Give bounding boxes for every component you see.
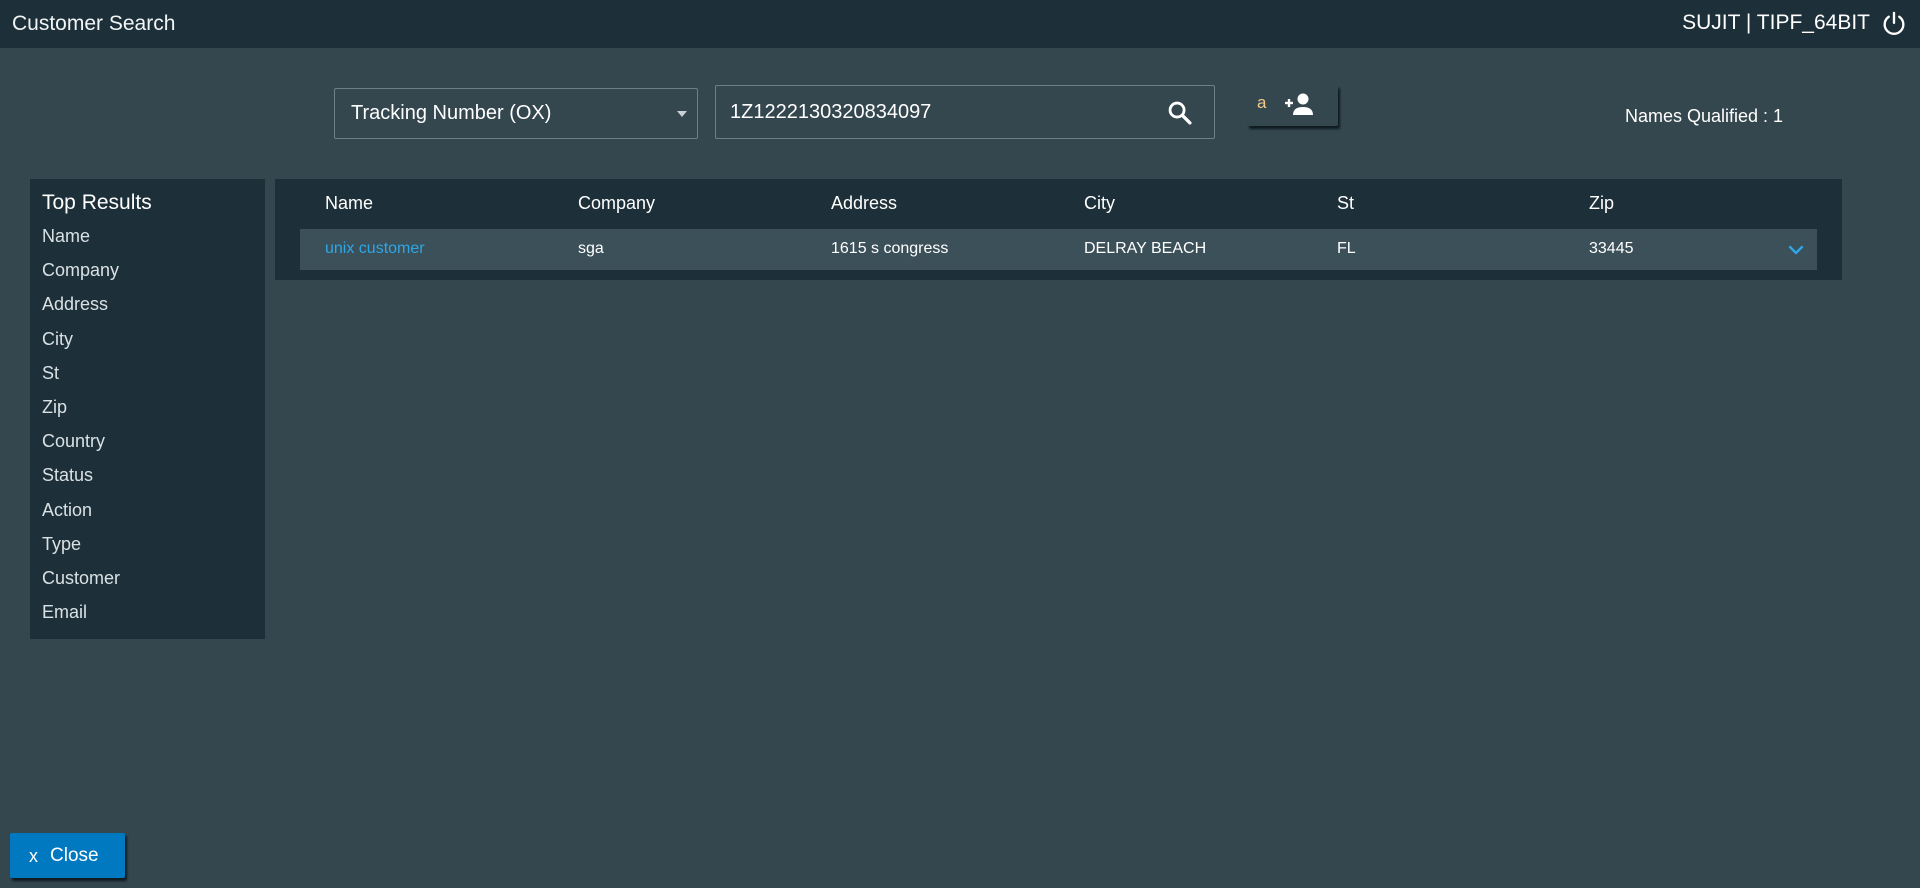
sidebar-item-country[interactable]: Country	[42, 429, 120, 463]
sidebar-item-company[interactable]: Company	[42, 258, 120, 292]
power-icon[interactable]	[1880, 10, 1908, 38]
close-icon: x	[29, 846, 38, 866]
sidebar-item-type[interactable]: Type	[42, 532, 120, 566]
person-add-icon	[1285, 93, 1313, 115]
sidebar-item-customer[interactable]: Customer	[42, 566, 120, 600]
add-customer-button[interactable]: a	[1247, 85, 1338, 126]
top-results-title: Top Results	[42, 191, 152, 214]
add-button-letter: a	[1257, 93, 1267, 112]
cell-address: 1615 s congress	[831, 240, 949, 257]
dropdown-caret-icon	[677, 111, 687, 117]
cell-city: DELRAY BEACH	[1084, 240, 1207, 257]
sidebar-item-zip[interactable]: Zip	[42, 395, 120, 429]
close-label: Close	[50, 845, 99, 866]
sidebar-item-st[interactable]: St	[42, 361, 120, 395]
close-button[interactable]: x Close	[10, 833, 125, 878]
column-header-zip[interactable]: Zip	[1589, 193, 1614, 214]
sidebar-item-status[interactable]: Status	[42, 463, 120, 497]
top-results-panel: Top Results Name Company Address City St…	[30, 179, 265, 639]
cell-zip: 33445	[1589, 240, 1634, 257]
sidebar-item-email[interactable]: Email	[42, 600, 120, 634]
table-header: Name Company Address City St Zip	[275, 193, 1842, 219]
column-header-st[interactable]: St	[1337, 193, 1354, 214]
search-type-select[interactable]: Tracking Number (OX)	[334, 88, 698, 139]
chevron-down-icon[interactable]	[1787, 241, 1805, 259]
results-table: Name Company Address City St Zip unix cu…	[275, 179, 1842, 280]
cell-st: FL	[1337, 240, 1356, 257]
sidebar-item-address[interactable]: Address	[42, 292, 120, 326]
top-bar: Customer Search SUJIT | TIPF_64BIT	[0, 0, 1920, 48]
app-title: Customer Search	[12, 12, 176, 35]
column-header-city[interactable]: City	[1084, 193, 1115, 214]
sidebar-item-action[interactable]: Action	[42, 498, 120, 532]
column-header-company[interactable]: Company	[578, 193, 655, 214]
user-info: SUJIT | TIPF_64BIT	[1682, 11, 1870, 34]
column-header-address[interactable]: Address	[831, 193, 897, 214]
sidebar-item-name[interactable]: Name	[42, 224, 120, 258]
sidebar-item-city[interactable]: City	[42, 327, 120, 361]
column-header-name[interactable]: Name	[325, 193, 373, 214]
top-results-list: Name Company Address City St Zip Country…	[42, 224, 120, 634]
cell-company: sga	[578, 240, 604, 257]
names-qualified-count: Names Qualified : 1	[1625, 106, 1784, 126]
search-input[interactable]	[730, 86, 1150, 138]
table-row[interactable]: unix customer sga 1615 s congress DELRAY…	[300, 229, 1817, 270]
search-icon[interactable]	[1166, 99, 1194, 127]
search-type-value: Tracking Number (OX)	[351, 102, 552, 124]
search-field	[715, 85, 1215, 139]
customer-name-link[interactable]: unix customer	[325, 240, 425, 258]
